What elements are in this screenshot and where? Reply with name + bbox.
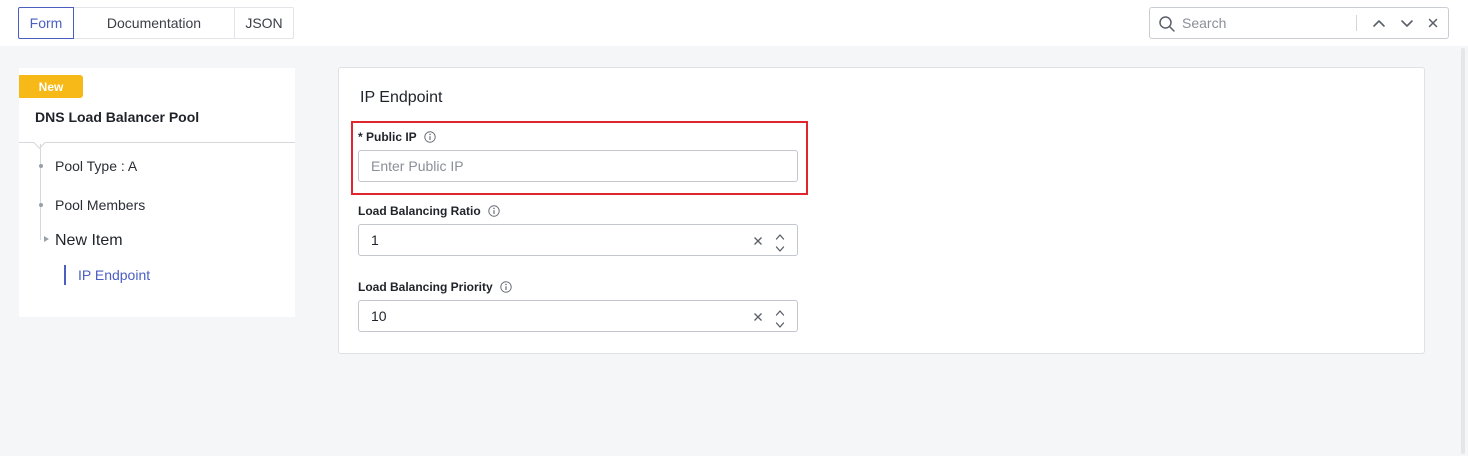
new-badge: New xyxy=(19,75,83,98)
tree-line xyxy=(40,144,41,240)
search-divider xyxy=(1356,15,1357,31)
sidebar-item-new-item[interactable]: New Item xyxy=(55,232,123,250)
sidebar-item-pool-members[interactable]: Pool Members xyxy=(55,197,145,213)
load-balancing-ratio-label-text: Load Balancing Ratio xyxy=(358,204,481,218)
clear-icon[interactable] xyxy=(752,310,764,322)
load-balancing-priority-label-text: Load Balancing Priority xyxy=(358,280,493,294)
public-ip-input[interactable] xyxy=(371,151,741,181)
tree-bullet xyxy=(39,203,43,207)
load-balancing-ratio-label: Load Balancing Ratio xyxy=(358,204,500,218)
search-box xyxy=(1149,7,1449,39)
chevron-down-icon[interactable] xyxy=(1398,14,1416,32)
info-icon[interactable] xyxy=(500,281,512,293)
chevron-up-icon[interactable] xyxy=(1370,14,1388,32)
quantity-stepper xyxy=(774,304,786,328)
search-icon xyxy=(1158,15,1176,33)
load-balancing-priority-input[interactable] xyxy=(371,301,741,331)
public-ip-label: * Public IP xyxy=(358,130,436,144)
sidebar-divider xyxy=(19,142,295,143)
increment-icon[interactable] xyxy=(774,305,786,316)
vertical-scrollbar[interactable] xyxy=(1458,46,1468,456)
close-icon[interactable] xyxy=(1424,14,1442,32)
public-ip-label-text: * Public IP xyxy=(358,130,417,144)
quantity-stepper xyxy=(774,228,786,252)
view-tabs: Form Documentation JSON xyxy=(18,7,294,39)
sidebar-item-pool-type[interactable]: Pool Type : A xyxy=(55,158,137,174)
info-icon[interactable] xyxy=(487,205,500,217)
tree-bullet xyxy=(39,164,43,168)
decrement-icon[interactable] xyxy=(774,241,786,252)
increment-icon[interactable] xyxy=(774,229,786,240)
caret-right-icon xyxy=(44,236,49,242)
sidebar-title: DNS Load Balancer Pool xyxy=(35,109,200,125)
scrollbar-track[interactable] xyxy=(1461,48,1465,454)
load-balancing-priority-label: Load Balancing Priority xyxy=(358,280,512,294)
sidebar-item-ip-endpoint[interactable]: IP Endpoint xyxy=(64,265,150,285)
top-bar: Form Documentation JSON xyxy=(0,0,1468,46)
info-icon[interactable] xyxy=(423,131,436,143)
ip-endpoint-panel: IP Endpoint * Public IP Load Balancing R… xyxy=(338,67,1425,354)
tab-json[interactable]: JSON xyxy=(234,7,294,39)
load-balancing-priority-field xyxy=(358,300,798,332)
panel-title: IP Endpoint xyxy=(360,89,443,106)
decrement-icon[interactable] xyxy=(774,317,786,328)
tab-documentation[interactable]: Documentation xyxy=(73,7,235,39)
load-balancing-ratio-field xyxy=(358,224,798,256)
search-input[interactable] xyxy=(1182,8,1352,38)
load-balancing-ratio-input[interactable] xyxy=(371,225,741,255)
public-ip-field xyxy=(358,150,798,182)
clear-icon[interactable] xyxy=(752,234,764,246)
tab-form[interactable]: Form xyxy=(18,7,74,39)
form-navigation-sidebar: New DNS Load Balancer Pool Pool Type : A… xyxy=(19,68,295,317)
